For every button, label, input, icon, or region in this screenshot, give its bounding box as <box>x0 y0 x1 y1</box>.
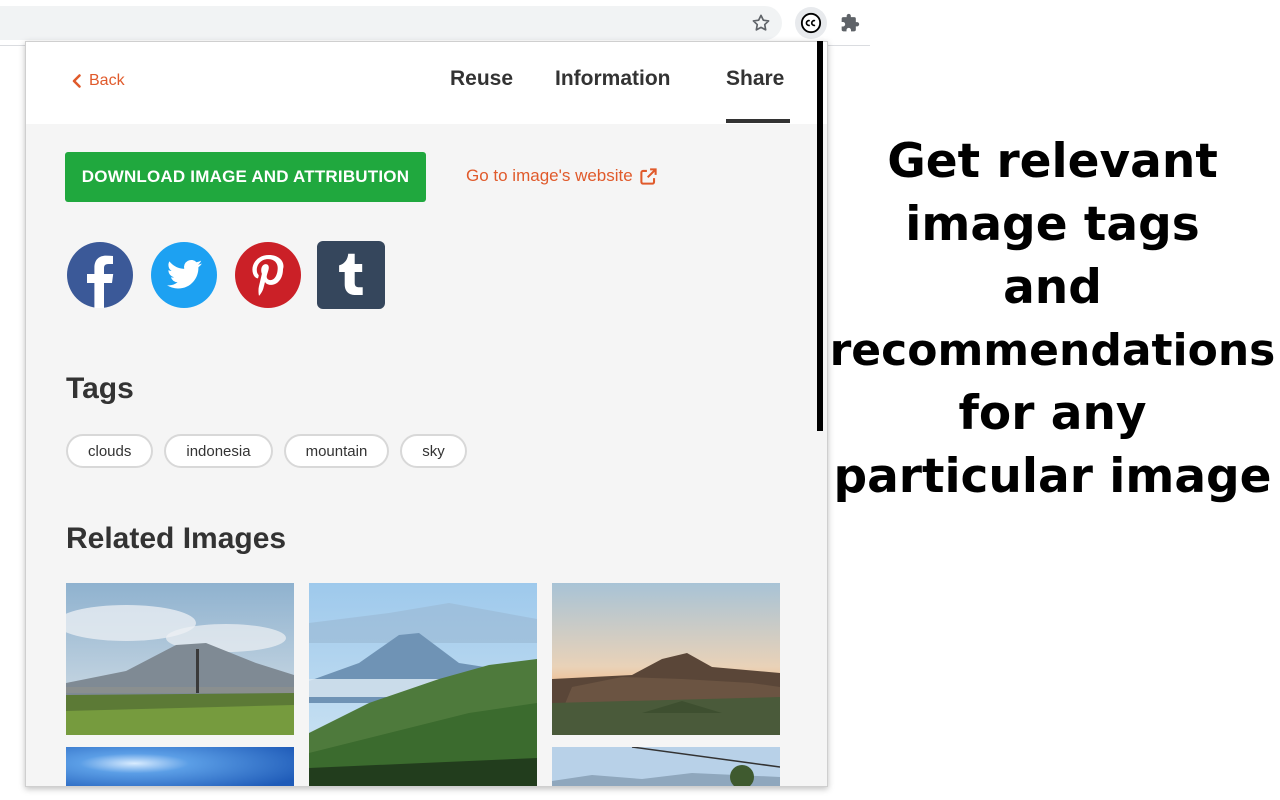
extension-popup: Back Reuse Information Share DOWNLOAD IM… <box>25 41 828 787</box>
extensions-button[interactable] <box>836 9 864 37</box>
tab-information[interactable]: Information <box>555 67 671 91</box>
tag-chip[interactable]: indonesia <box>164 434 273 468</box>
facebook-icon <box>67 242 133 308</box>
related-image-thumbnail[interactable] <box>309 583 537 786</box>
popup-header: Back Reuse Information Share <box>26 42 827 124</box>
related-image-thumbnail[interactable] <box>66 747 294 786</box>
tag-list: clouds indonesia mountain sky <box>66 434 467 468</box>
promo-line: and <box>1003 260 1102 315</box>
related-images-heading: Related Images <box>66 522 287 555</box>
pinterest-share-button[interactable] <box>234 241 302 309</box>
creative-commons-icon <box>800 12 822 34</box>
browser-toolbar <box>0 0 870 46</box>
download-image-button[interactable]: DOWNLOAD IMAGE AND ATTRIBUTION <box>65 152 426 202</box>
active-tab-indicator <box>726 119 790 123</box>
promo-caption: Get relevant image tags and recommendati… <box>825 130 1280 508</box>
external-link-icon <box>640 167 657 185</box>
promo-line: recommendations <box>829 325 1276 376</box>
image-website-label: Go to image's website <box>466 166 633 185</box>
tag-chip[interactable]: clouds <box>66 434 154 468</box>
tags-heading: Tags <box>66 372 134 405</box>
promo-line: Get relevant <box>887 134 1218 189</box>
tab-share[interactable]: Share <box>726 67 784 91</box>
scroll-divider <box>817 41 823 431</box>
cc-extension-button[interactable] <box>795 7 827 39</box>
tag-chip[interactable]: sky <box>400 434 467 468</box>
back-label: Back <box>89 72 125 89</box>
back-button[interactable]: Back <box>72 72 125 90</box>
address-bar[interactable] <box>0 6 782 40</box>
related-image-thumbnail[interactable] <box>66 583 294 735</box>
related-image-thumbnail[interactable] <box>552 747 780 786</box>
facebook-share-button[interactable] <box>66 241 134 309</box>
promo-line: for any <box>958 386 1147 441</box>
star-icon <box>752 14 770 31</box>
chevron-left-icon <box>72 74 81 88</box>
pinterest-icon <box>235 242 301 308</box>
tumblr-icon <box>317 241 385 309</box>
tab-reuse[interactable]: Reuse <box>450 67 513 91</box>
promo-line: image tags <box>905 197 1200 252</box>
puzzle-icon <box>841 13 860 32</box>
tag-chip[interactable]: mountain <box>283 434 390 468</box>
related-image-thumbnail[interactable] <box>552 583 780 735</box>
tumblr-share-button[interactable] <box>317 241 385 309</box>
twitter-share-button[interactable] <box>150 241 218 309</box>
twitter-icon <box>151 242 217 308</box>
bookmark-star-button[interactable] <box>747 9 775 37</box>
promo-line: particular image <box>833 449 1272 504</box>
image-website-link[interactable]: Go to image's website <box>466 166 658 186</box>
page-background <box>0 46 25 800</box>
